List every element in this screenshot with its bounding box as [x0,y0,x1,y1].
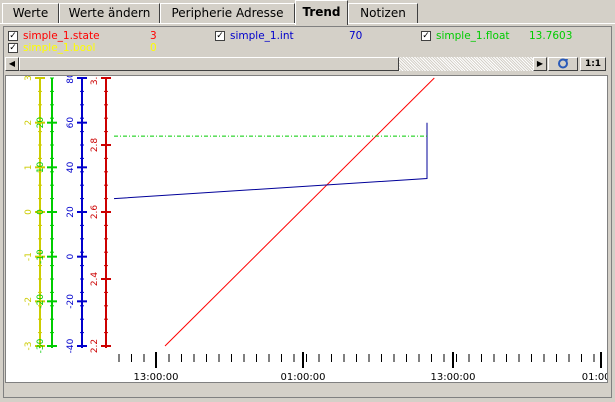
legend-item-bool: ✓ simple_1.bool 0 [8,42,208,56]
axis-tick-label: 60 [66,117,76,129]
legend-checkbox-bool[interactable]: ✓ [8,43,18,53]
legend-value: 0 [150,42,157,54]
axis-tick-label: 0 [24,209,34,215]
series-line [164,77,435,347]
axis-tick-label: 3 [24,76,34,81]
axis-tick-label: 2 [24,120,34,126]
trend-chart[interactable]: -3 -2 -1 0 1 2 3 -30 -20 -10 0 10 20 -40 -20 0 20 40 60 80 2… [5,71,615,383]
axis-tick-label: 0 [36,209,46,215]
axis-tick-label: 20 [66,206,76,218]
axis-tick-label: 2.2 [90,339,100,353]
x-tick-label: 01:00:00 [281,372,326,382]
arrow-right-icon[interactable]: ▶ [533,57,547,71]
ratio-button[interactable]: 1:1 [580,57,606,71]
tab-werte[interactable]: Werte [2,3,59,23]
tab-trend[interactable]: Trend [295,0,348,25]
axis-tick-label: 80 [66,76,76,84]
tab-notizen[interactable]: Notizen [348,3,418,23]
tab-bar: Werte Werte ändern Peripherie Adresse Tr… [0,0,615,25]
x-tick-label: 13:00:00 [134,372,179,382]
legend-name: simple_1.bool [23,42,96,54]
axis-tick-label: -3 [24,342,34,351]
axis-tick-label: -2 [24,297,34,306]
axis-tick-label: 0 [66,254,76,260]
legend-checkbox-state[interactable]: ✓ [8,31,18,41]
legend-checkbox-int[interactable]: ✓ [215,31,225,41]
refresh-button[interactable] [548,57,578,71]
axis-tick-label: -30 [36,338,46,353]
legend-row: ✓ simple_1.bool 0 [5,42,605,56]
tab-peripherie-adresse[interactable]: Peripherie Adresse [160,3,295,23]
series-line [113,122,428,200]
axis-tick-label: 2.6 [90,205,100,220]
refresh-icon [558,58,568,69]
axis-tick-label: -20 [36,294,46,309]
time-scrollbar[interactable]: ◀ ▶ 1:1 [5,57,608,72]
x-tick-label: 01:00:0 [582,372,607,382]
arrow-left-icon[interactable]: ◀ [5,57,19,71]
axis-tick-label: 1 [24,164,34,170]
x-tick-label: 13:00:00 [431,372,476,382]
axis-tick-label: 2.8 [90,138,100,153]
axis-tick-label: 2.4 [90,272,100,287]
axis-tick-label: -40 [66,338,76,353]
legend-checkbox-float[interactable]: ✓ [421,31,431,41]
axis-tick-label: -20 [66,294,76,309]
trend-chart-svg: -3-2-10123-30-20-1001020-40-200204060802… [24,71,615,383]
axis-tick-label: 20 [36,117,46,129]
tab-werte-aendern[interactable]: Werte ändern [59,3,160,23]
scrollbar-thumb[interactable] [19,57,399,71]
axis-tick-label: 40 [66,161,76,173]
axis-tick-label: -10 [36,249,46,264]
axis-tick-label: 3.0 [90,76,100,85]
axis-tick-label: 10 [36,161,46,173]
axis-tick-label: -1 [24,252,34,261]
